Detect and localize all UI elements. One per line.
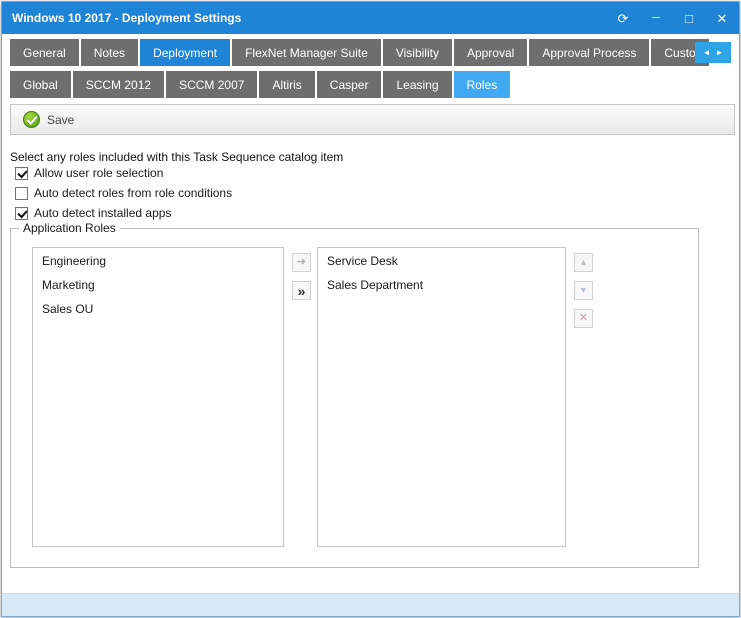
tab-scroll-control[interactable]: ◄ ► — [695, 42, 731, 63]
tab-general[interactable]: General — [10, 39, 79, 66]
arrow-up-icon: ▲ — [579, 258, 588, 267]
save-check-icon — [23, 111, 40, 128]
move-all-right-button[interactable]: » — [292, 281, 311, 300]
window-controls: ⟳ ─ □ ✕ — [616, 12, 729, 25]
primary-tab-strip: General Notes Deployment FlexNet Manager… — [10, 39, 737, 66]
footer-bar — [2, 593, 739, 616]
refresh-icon[interactable]: ⟳ — [616, 12, 630, 25]
list-item[interactable]: Sales Department — [318, 272, 565, 296]
tab-deployment[interactable]: Deployment — [140, 39, 230, 66]
list-item[interactable]: Sales OU — [33, 296, 283, 320]
tab-leasing[interactable]: Leasing — [383, 71, 451, 98]
scroll-right-icon[interactable]: ► — [716, 48, 724, 57]
arrow-down-icon: ▼ — [579, 286, 588, 295]
secondary-tab-strip: Global SCCM 2012 SCCM 2007 Altiris Caspe… — [10, 71, 737, 98]
remove-role-button[interactable]: ✕ — [574, 309, 593, 328]
titlebar: Windows 10 2017 - Deployment Settings ⟳ … — [2, 2, 739, 34]
move-down-button[interactable]: ▼ — [574, 281, 593, 300]
save-label: Save — [47, 113, 74, 127]
tab-approval-process[interactable]: Approval Process — [529, 39, 649, 66]
tab-altiris[interactable]: Altiris — [259, 71, 314, 98]
window-title: Windows 10 2017 - Deployment Settings — [12, 11, 241, 25]
list-item[interactable]: Service Desk — [318, 248, 565, 272]
groupbox-title: Application Roles — [19, 221, 120, 235]
deployment-settings-window: Windows 10 2017 - Deployment Settings ⟳ … — [1, 1, 740, 617]
checkbox-row-allow-user-role-selection[interactable]: Allow user role selection — [15, 166, 232, 180]
toolbar: Save — [10, 104, 735, 135]
list-item[interactable]: Engineering — [33, 248, 283, 272]
tab-visibility[interactable]: Visibility — [383, 39, 452, 66]
tab-approval[interactable]: Approval — [454, 39, 527, 66]
checkbox-row-auto-detect-installed-apps[interactable]: Auto detect installed apps — [15, 206, 232, 220]
scroll-left-icon[interactable]: ◄ — [703, 48, 711, 57]
list-item[interactable]: Marketing — [33, 272, 283, 296]
move-up-button[interactable]: ▲ — [574, 253, 593, 272]
role-options: Allow user role selection Auto detect ro… — [15, 166, 232, 220]
instruction-text: Select any roles included with this Task… — [10, 150, 343, 164]
tab-sccm-2007[interactable]: SCCM 2007 — [166, 71, 257, 98]
assigned-roles-list[interactable]: Service Desk Sales Department — [317, 247, 566, 547]
arrow-right-icon: ➜ — [297, 257, 306, 268]
tab-casper[interactable]: Casper — [317, 71, 382, 98]
available-roles-list[interactable]: Engineering Marketing Sales OU — [32, 247, 284, 547]
save-button[interactable]: Save — [19, 109, 82, 130]
checkbox-label: Allow user role selection — [34, 166, 163, 180]
tab-sccm-2012[interactable]: SCCM 2012 — [73, 71, 164, 98]
move-right-button[interactable]: ➜ — [292, 253, 311, 272]
auto-detect-roles-checkbox[interactable] — [15, 187, 28, 200]
allow-user-role-selection-checkbox[interactable] — [15, 167, 28, 180]
checkbox-label: Auto detect installed apps — [34, 206, 171, 220]
checkbox-row-auto-detect-roles[interactable]: Auto detect roles from role conditions — [15, 186, 232, 200]
application-roles-groupbox: Application Roles Engineering Marketing … — [10, 228, 699, 568]
minimize-icon[interactable]: ─ — [649, 13, 663, 24]
tab-notes[interactable]: Notes — [81, 39, 138, 66]
close-icon[interactable]: ✕ — [715, 12, 729, 25]
double-arrow-right-icon: » — [298, 284, 306, 298]
remove-icon: ✕ — [579, 313, 588, 324]
checkbox-label: Auto detect roles from role conditions — [34, 186, 232, 200]
tab-roles[interactable]: Roles — [454, 71, 511, 98]
auto-detect-installed-apps-checkbox[interactable] — [15, 207, 28, 220]
maximize-icon[interactable]: □ — [682, 12, 696, 25]
tab-flexnet-manager-suite[interactable]: FlexNet Manager Suite — [232, 39, 381, 66]
tab-global[interactable]: Global — [10, 71, 71, 98]
